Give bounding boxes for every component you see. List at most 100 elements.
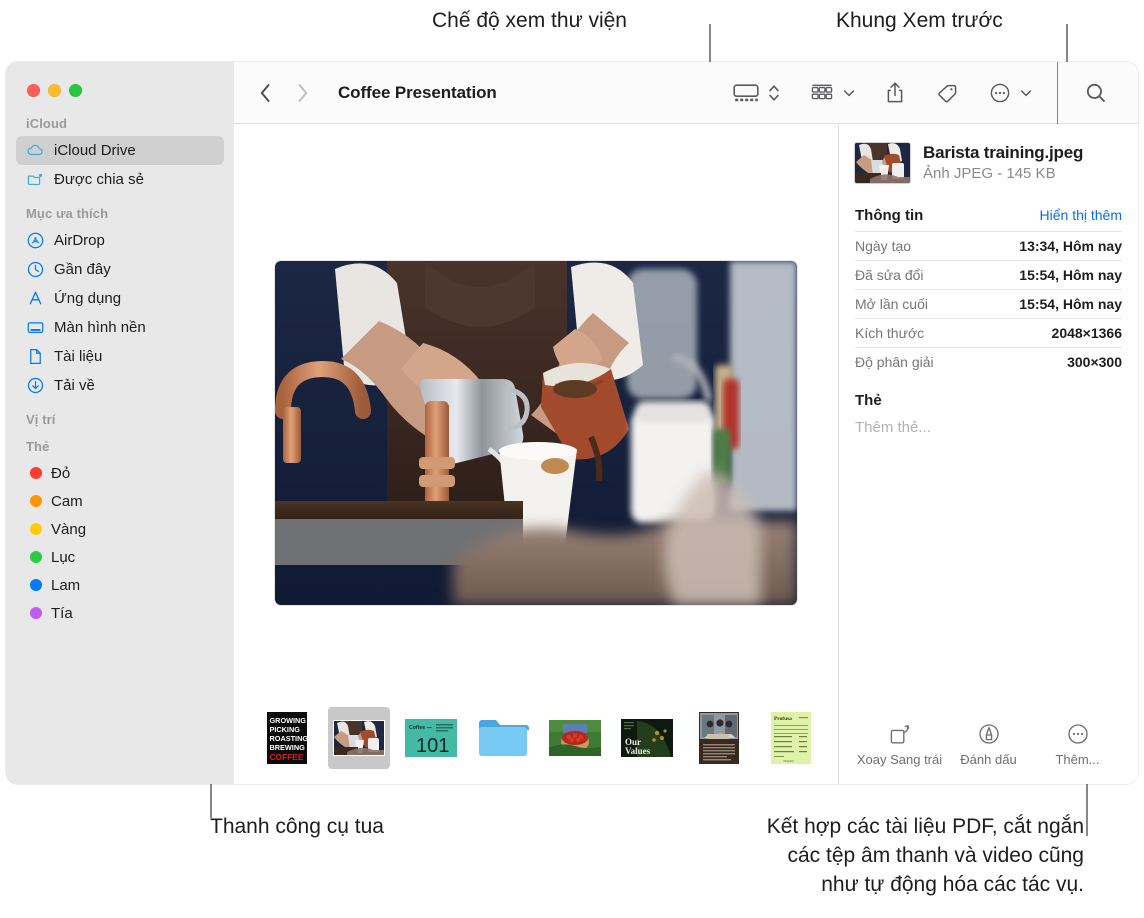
show-more-link[interactable]: Hiển thị thêm xyxy=(1040,207,1122,223)
svg-text:BREWING: BREWING xyxy=(270,743,306,752)
forward-icon[interactable] xyxy=(295,82,310,104)
airdrop-icon xyxy=(26,231,45,250)
sidebar-item-icloud-drive[interactable]: iCloud Drive xyxy=(16,136,224,165)
sidebar-tag-red[interactable]: Đỏ xyxy=(16,459,224,487)
sidebar-tag-green[interactable]: Lục xyxy=(16,543,224,571)
sidebar-item-applications[interactable]: Ứng dụng xyxy=(16,284,224,313)
info-value: 13:34, Hôm nay xyxy=(1019,238,1122,254)
thumbnail-barista-training[interactable] xyxy=(328,707,390,769)
sidebar-item-label: iCloud Drive xyxy=(54,142,136,159)
thumbnail-coffee-poster[interactable]: GROWING PICKING ROASTING BREWING COFFEE xyxy=(256,707,318,769)
gallery-view-icon[interactable] xyxy=(732,81,760,105)
info-row-last-opened: Mở lần cuối 15:54, Hôm nay xyxy=(855,289,1122,318)
sidebar-item-airdrop[interactable]: AirDrop xyxy=(16,226,224,255)
thumbnail-image xyxy=(549,712,601,764)
callout-quick-actions: Kết hợp các tài liệu PDF, cắt ngắn các t… xyxy=(766,815,1084,896)
downloads-icon xyxy=(26,376,45,395)
info-row-dimensions: Kích thước 2048×1366 xyxy=(855,318,1122,347)
sidebar-tag-yellow[interactable]: Vàng xyxy=(16,515,224,543)
preview-pane: Barista training.jpeg Ảnh JPEG - 145 KB … xyxy=(838,124,1138,784)
quick-action-markup[interactable]: Đánh dấu xyxy=(944,722,1033,768)
sidebar-item-shared[interactable]: Được chia sẻ xyxy=(16,165,224,194)
sidebar-item-label: Được chia sẻ xyxy=(54,171,144,188)
close-button[interactable] xyxy=(27,84,40,97)
thumbnail-meeting-doc[interactable] xyxy=(688,707,750,769)
add-tag-field[interactable]: Thêm thẻ... xyxy=(855,416,1122,436)
chevron-down-icon[interactable] xyxy=(1019,86,1033,100)
thumbnail-our-values[interactable]: Our Values xyxy=(616,707,678,769)
svg-text:101: 101 xyxy=(416,735,449,757)
minimize-button[interactable] xyxy=(48,84,61,97)
info-key: Độ phân giải xyxy=(855,354,934,370)
more-circle-icon xyxy=(1066,722,1090,746)
more-circle-icon[interactable] xyxy=(988,81,1012,105)
svg-text:Thanks!: Thanks! xyxy=(783,759,794,763)
toolbar-divider xyxy=(1057,62,1058,124)
sidebar-item-downloads[interactable]: Tải về xyxy=(16,371,224,400)
clock-icon xyxy=(26,260,45,279)
info-value: 15:54, Hôm nay xyxy=(1019,267,1122,283)
sidebar-tag-label: Lam xyxy=(51,576,81,594)
chevron-down-icon[interactable] xyxy=(842,86,856,100)
desktop-icon xyxy=(26,318,45,337)
info-key: Ngày tạo xyxy=(855,238,912,254)
thumbnail-image: Our Values xyxy=(621,712,673,764)
info-key: Đã sửa đổi xyxy=(855,267,924,283)
tag-color-dot xyxy=(30,579,42,591)
finder-window: iCloud iCloud Drive Được chia sẻ Mục ưa … xyxy=(6,62,1138,784)
sidebar-tag-blue[interactable]: Lam xyxy=(16,571,224,599)
svg-text:COFFEE: COFFEE xyxy=(270,752,304,762)
quick-action-rotate-left[interactable]: Xoay Sang trái xyxy=(855,722,944,768)
applications-icon xyxy=(26,289,45,308)
sidebar-item-recents[interactable]: Gần đây xyxy=(16,255,224,284)
file-identity: Barista training.jpeg Ảnh JPEG - 145 KB xyxy=(923,142,1083,183)
search-icon[interactable] xyxy=(1084,81,1108,105)
navigation-arrows xyxy=(258,82,310,104)
document-icon xyxy=(26,347,45,366)
sidebar-section-icloud: iCloud xyxy=(26,116,68,131)
sidebar-item-label: Tài liệu xyxy=(54,348,103,365)
thumbnail-image xyxy=(693,712,745,764)
sidebar-item-label: Gần đây xyxy=(54,261,111,278)
sidebar-tag-purple[interactable]: Tía xyxy=(16,599,224,627)
quick-action-more[interactable]: Thêm... xyxy=(1033,722,1122,768)
thumbnail-coffee-101[interactable]: Coffee — 101 xyxy=(400,707,462,769)
thumbnail-scrubber-strip[interactable]: GROWING PICKING ROASTING BREWING COFFEE xyxy=(234,692,838,784)
gallery-preview-area: GROWING PICKING ROASTING BREWING COFFEE xyxy=(234,124,838,784)
sidebar-tag-orange[interactable]: Cam xyxy=(16,487,224,515)
tag-color-dot xyxy=(30,523,42,535)
thumbnail-folder[interactable] xyxy=(472,707,534,769)
svg-text:GROWING: GROWING xyxy=(270,716,307,725)
sidebar-tag-label: Cam xyxy=(51,492,83,510)
info-row-resolution: Độ phân giải 300×300 xyxy=(855,347,1122,376)
svg-text:Profusa: Profusa xyxy=(774,716,792,722)
thumbnail-invoice[interactable]: Profusa Thanks! xyxy=(760,707,822,769)
page-title: Coffee Presentation xyxy=(338,82,497,102)
sidebar-item-documents[interactable]: Tài liệu xyxy=(16,342,224,371)
info-row-created: Ngày tạo 13:34, Hôm nay xyxy=(855,231,1122,260)
sidebar-item-desktop[interactable]: Màn hình nền xyxy=(16,313,224,342)
sidebar-section-locations: Vị trí xyxy=(26,412,56,427)
sidebar-tag-label: Đỏ xyxy=(51,464,71,482)
back-icon[interactable] xyxy=(258,82,273,104)
view-stepper-icon[interactable] xyxy=(767,80,781,106)
hero-preview-image[interactable] xyxy=(275,261,797,605)
thumbnail-berries-basket[interactable] xyxy=(544,707,606,769)
group-items-icon[interactable] xyxy=(809,81,835,105)
file-kind-size: Ảnh JPEG - 145 KB xyxy=(923,165,1056,182)
window-controls[interactable] xyxy=(27,84,82,97)
tag-color-dot xyxy=(30,551,42,563)
info-section-header: Thông tin Hiển thị thêm xyxy=(855,201,1122,231)
tag-group xyxy=(920,81,974,105)
file-header: Barista training.jpeg Ảnh JPEG - 145 KB xyxy=(855,142,1122,201)
info-value: 15:54, Hôm nay xyxy=(1019,296,1122,312)
search-button[interactable] xyxy=(1064,81,1138,105)
maximize-button[interactable] xyxy=(69,84,82,97)
more-actions-group xyxy=(974,81,1047,105)
rotate-left-icon xyxy=(888,722,912,746)
share-icon[interactable] xyxy=(884,80,906,106)
tag-icon[interactable] xyxy=(934,81,960,105)
callout-preview-pane: Khung Xem trước xyxy=(836,9,1003,32)
svg-text:Values: Values xyxy=(625,746,651,756)
file-thumbnail xyxy=(855,142,910,183)
